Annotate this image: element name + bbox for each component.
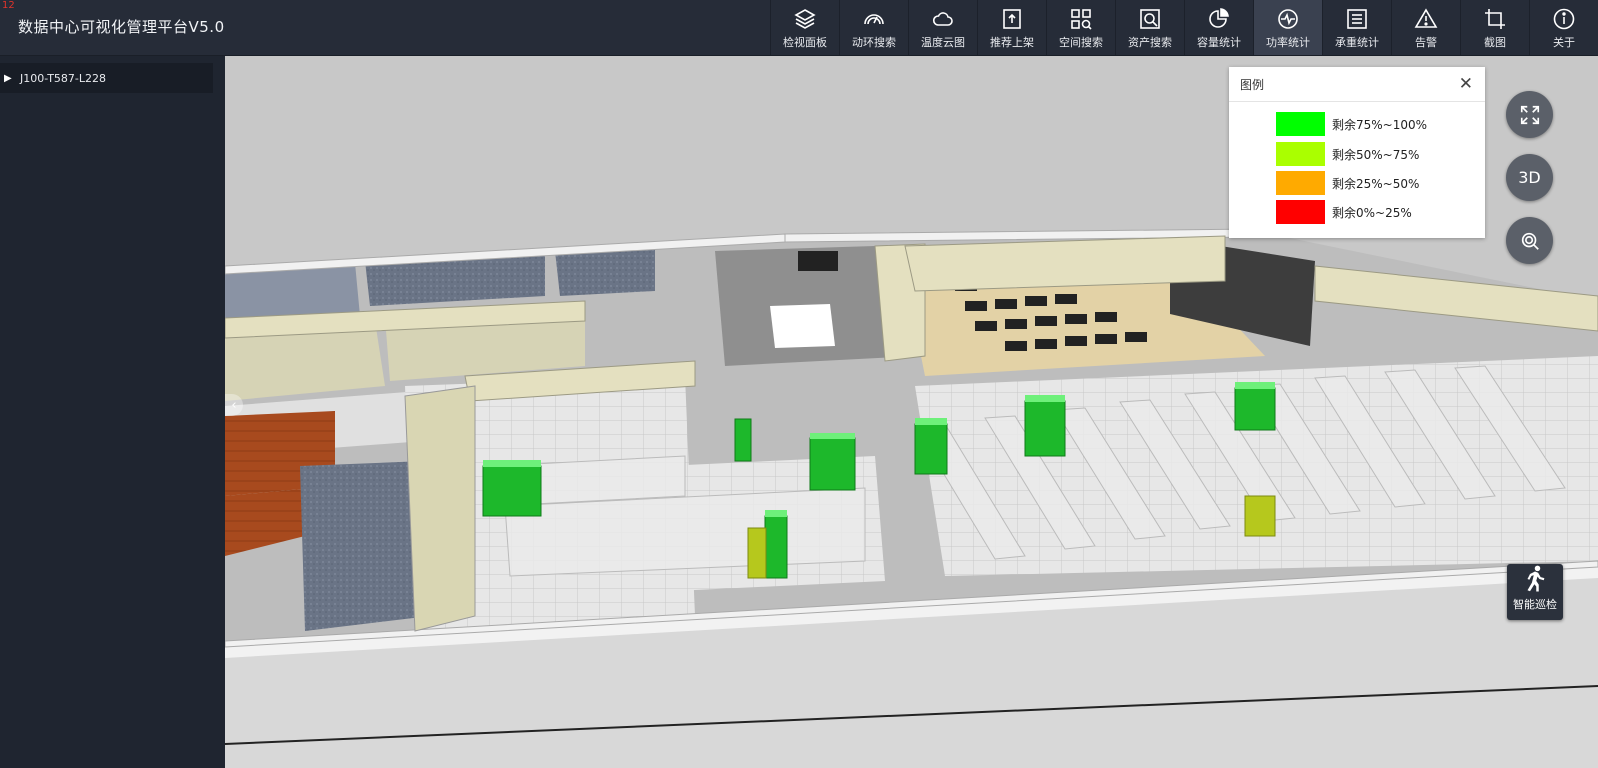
view-mode-button[interactable]: 3D (1506, 154, 1553, 201)
tree-item[interactable]: ▶ J100-T587-L228 (0, 63, 213, 93)
legend-label: 剩余75%~100% (1332, 117, 1428, 132)
tool-label: 关于 (1553, 36, 1575, 49)
legend-label: 剩余25%~50% (1332, 176, 1420, 191)
tool-about[interactable]: 关于 (1529, 0, 1598, 55)
tool-label: 容量统计 (1197, 36, 1241, 49)
fullscreen-icon (1520, 105, 1539, 124)
legend-label: 剩余0%~25% (1332, 205, 1412, 220)
walking-person-icon (1527, 565, 1545, 592)
sidebar: ▶ J100-T587-L228 (0, 56, 225, 768)
tool-label: 截图 (1484, 36, 1506, 49)
legend-row: 剩余0%~25% (1276, 200, 1412, 224)
list-icon (1347, 9, 1367, 29)
tool-asset-search[interactable]: 资产搜索 (1115, 0, 1184, 55)
tool-inspect-panel[interactable]: 检视面板 (770, 0, 839, 55)
tool-capacity-stats[interactable]: 容量统计 (1184, 0, 1253, 55)
smart-patrol-label: 智能巡检 (1513, 598, 1557, 611)
top-bar: 12 数据中心可视化管理平台V5.0 检视面板 动环搜索 温度云图 推荐上架 空… (0, 0, 1598, 56)
legend-title: 图例 (1240, 77, 1265, 92)
legend-label: 剩余50%~75% (1332, 147, 1420, 162)
layers-icon (794, 9, 816, 29)
legend-header: 图例 ✕ (1229, 67, 1485, 102)
legend-row: 剩余75%~100% (1276, 112, 1427, 136)
legend-swatch (1276, 112, 1325, 136)
tool-label: 告警 (1415, 36, 1437, 49)
tool-screenshot[interactable]: 截图 (1460, 0, 1529, 55)
tool-alarm[interactable]: 告警 (1391, 0, 1460, 55)
fullscreen-button[interactable] (1506, 91, 1553, 138)
legend-swatch (1276, 200, 1325, 224)
pulse-icon (1278, 9, 1298, 29)
tool-temperature-cloud[interactable]: 温度云图 (908, 0, 977, 55)
legend-swatch (1276, 171, 1325, 195)
info-icon (1553, 8, 1575, 30)
cloud-icon (932, 12, 953, 26)
tool-space-search[interactable]: 空间搜索 (1046, 0, 1115, 55)
tool-label: 温度云图 (921, 36, 965, 49)
tool-load-stats[interactable]: 承重统计 (1322, 0, 1391, 55)
crop-icon (1485, 9, 1505, 29)
close-icon[interactable]: ✕ (1459, 74, 1473, 94)
legend-row: 剩余25%~50% (1276, 171, 1419, 195)
expand-arrow-icon[interactable]: ▶ (4, 73, 20, 84)
grid-search-icon (1071, 9, 1092, 30)
warning-icon (1414, 8, 1438, 28)
tool-label: 推荐上架 (990, 36, 1034, 49)
toolbar: 检视面板 动环搜索 温度云图 推荐上架 空间搜索 资产搜索 容量统计 功率统计 (770, 0, 1598, 55)
pie-chart-icon (1209, 8, 1229, 28)
tool-label: 资产搜索 (1128, 36, 1172, 49)
tool-recommend-rack[interactable]: 推荐上架 (977, 0, 1046, 55)
upload-icon (1003, 9, 1021, 29)
tool-label: 承重统计 (1335, 36, 1379, 49)
gauge-icon (864, 14, 884, 25)
tool-env-search[interactable]: 动环搜索 (839, 0, 908, 55)
corner-number: 12 (2, 0, 15, 11)
tree-item-label: J100-T587-L228 (20, 71, 107, 85)
tool-label: 检视面板 (783, 36, 827, 49)
legend-swatch (1276, 142, 1325, 166)
tool-label: 功率统计 (1266, 36, 1310, 49)
app-title: 数据中心可视化管理平台V5.0 (18, 18, 225, 36)
view-search-button[interactable] (1506, 217, 1553, 264)
smart-patrol-button[interactable]: 智能巡检 (1507, 564, 1563, 620)
view-mode-label: 3D (1518, 168, 1541, 187)
tool-label: 动环搜索 (852, 36, 896, 49)
asset-search-icon (1140, 9, 1160, 29)
legend-row: 剩余50%~75% (1276, 142, 1419, 166)
tool-power-stats[interactable]: 功率统计 (1253, 0, 1322, 55)
tool-label: 空间搜索 (1059, 36, 1103, 49)
legend-panel: 图例 ✕ 剩余75%~100% 剩余50%~75% 剩余25%~50% 剩余0%… (1229, 67, 1485, 238)
view-search-icon (1521, 232, 1539, 250)
